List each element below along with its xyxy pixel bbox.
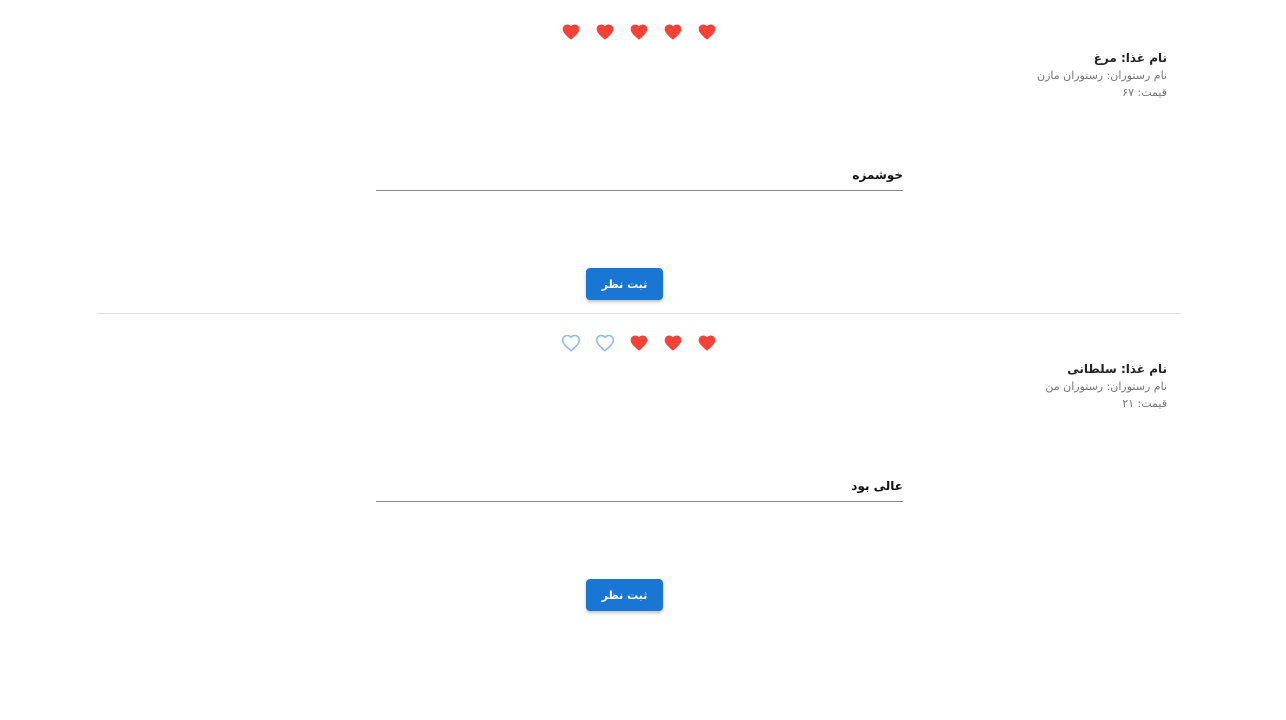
reviews-page: نام غذا: مرغ نام رستوران: رستوران مازن ق…: [0, 0, 1286, 720]
restaurant-name: نام رستوران: رستوران من: [1045, 380, 1167, 393]
comment-field: [376, 161, 903, 191]
heart-filled-icon[interactable]: [661, 20, 685, 44]
heart-filled-icon[interactable]: [559, 20, 583, 44]
submit-review-button[interactable]: ثبت نظر: [586, 268, 663, 300]
food-price: قیمت: ۶۷: [1122, 86, 1167, 99]
restaurant-name: نام رستوران: رستوران مازن: [1036, 69, 1167, 82]
food-price: قیمت: ۲۱: [1122, 397, 1167, 410]
heart-filled-icon[interactable]: [627, 20, 651, 44]
food-name: نام غذا: مرغ: [1093, 51, 1167, 65]
heart-outline-icon[interactable]: [559, 331, 583, 355]
food-info: نام غذا: سلطانی نام رستوران: رستوران من …: [767, 360, 1167, 412]
heart-filled-icon[interactable]: [695, 20, 719, 44]
heart-filled-icon[interactable]: [627, 331, 651, 355]
heart-rating[interactable]: [559, 331, 729, 355]
review-card: نام غذا: سلطانی نام رستوران: رستوران من …: [97, 313, 1180, 624]
heart-filled-icon[interactable]: [593, 20, 617, 44]
submit-review-button[interactable]: ثبت نظر: [586, 579, 663, 611]
food-info: نام غذا: مرغ نام رستوران: رستوران مازن ق…: [767, 49, 1167, 101]
review-card: نام غذا: مرغ نام رستوران: رستوران مازن ق…: [97, 2, 1180, 313]
heart-outline-icon[interactable]: [593, 331, 617, 355]
heart-filled-icon[interactable]: [661, 331, 685, 355]
heart-rating[interactable]: [559, 20, 729, 44]
heart-filled-icon[interactable]: [695, 331, 719, 355]
comment-input[interactable]: [376, 472, 903, 500]
comment-field: [376, 472, 903, 502]
comment-input[interactable]: [376, 161, 903, 189]
food-name: نام غذا: سلطانی: [1067, 362, 1167, 376]
